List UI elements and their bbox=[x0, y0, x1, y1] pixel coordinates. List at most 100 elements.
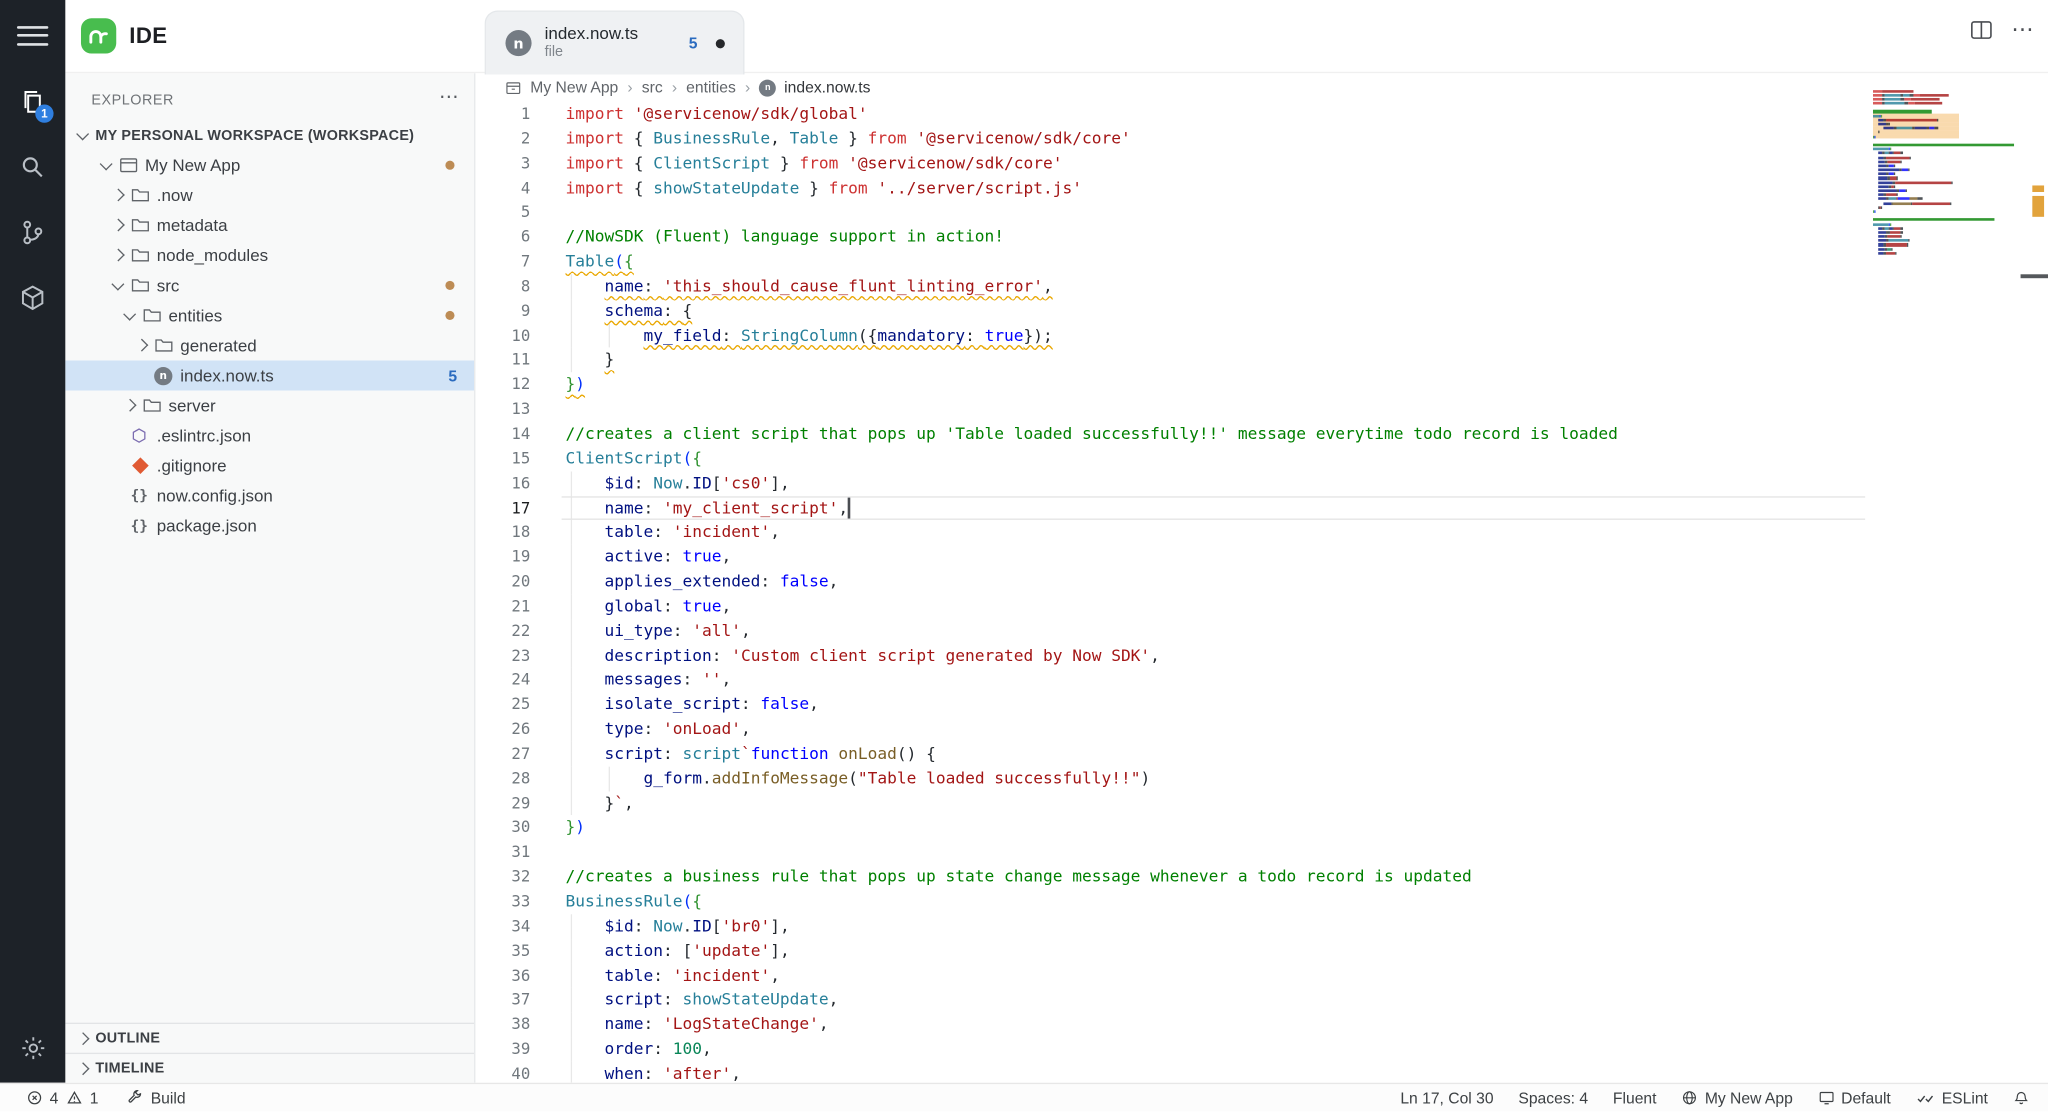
language-mode[interactable]: Fluent bbox=[1613, 1089, 1657, 1107]
more-actions-icon[interactable]: ⋯ bbox=[2011, 23, 2035, 44]
code-line-32[interactable]: 32//creates a business rule that pops up… bbox=[475, 865, 2048, 890]
code-line-12[interactable]: 12}) bbox=[475, 373, 2048, 398]
chevron-down-icon[interactable] bbox=[120, 305, 142, 326]
code-line-16[interactable]: 16 $id: Now.ID['cs0'], bbox=[475, 471, 2048, 496]
notifications[interactable] bbox=[2013, 1089, 2030, 1107]
code-line-17[interactable]: 17 name: 'my_client_script', bbox=[475, 496, 2048, 521]
code-line-23[interactable]: 23 description: 'Custom client script ge… bbox=[475, 643, 2048, 668]
code-line-10[interactable]: 10 my_field: StringColumn({mandatory: tr… bbox=[475, 323, 2048, 348]
explorer-more-icon[interactable]: ⋯ bbox=[439, 92, 459, 109]
breadcrumb-entities[interactable]: entities bbox=[686, 78, 736, 96]
indentation[interactable]: Spaces: 4 bbox=[1518, 1089, 1588, 1107]
code-line-18[interactable]: 18 table: 'incident', bbox=[475, 520, 2048, 545]
code-line-29[interactable]: 29 }`, bbox=[475, 791, 2048, 816]
code-line-34[interactable]: 34 $id: Now.ID['br0'], bbox=[475, 914, 2048, 939]
breadcrumb-file[interactable]: index.now.ts bbox=[784, 78, 870, 96]
code-line-33[interactable]: 33BusinessRule({ bbox=[475, 889, 2048, 914]
code-line-4[interactable]: 4import { showStateUpdate } from '../ser… bbox=[475, 176, 2048, 201]
line-number: 17 bbox=[475, 496, 565, 521]
code-line-31[interactable]: 31 bbox=[475, 840, 2048, 865]
code-line-11[interactable]: 11 } bbox=[475, 348, 2048, 373]
code-line-25[interactable]: 25 isolate_script: false, bbox=[475, 693, 2048, 718]
code-line-27[interactable]: 27 script: script`function onLoad() { bbox=[475, 742, 2048, 767]
code-line-39[interactable]: 39 order: 100, bbox=[475, 1037, 2048, 1062]
tree-item-src[interactable]: src bbox=[65, 270, 474, 300]
code-line-1[interactable]: 1import '@servicenow/sdk/global' bbox=[475, 102, 2048, 127]
code-line-40[interactable]: 40 when: 'after', bbox=[475, 1062, 2048, 1083]
chevron-right-icon[interactable] bbox=[120, 395, 142, 416]
tree-item-node_modules[interactable]: node_modules bbox=[65, 240, 474, 270]
line-number: 20 bbox=[475, 570, 565, 595]
tree-item-now.config.json[interactable]: {}now.config.json bbox=[65, 481, 474, 511]
tree-item-generated[interactable]: generated bbox=[65, 330, 474, 360]
code-line-37[interactable]: 37 script: showStateUpdate, bbox=[475, 988, 2048, 1013]
minimap[interactable] bbox=[1873, 89, 2028, 285]
code-line-13[interactable]: 13 bbox=[475, 397, 2048, 422]
chevron-right-icon[interactable] bbox=[108, 185, 130, 206]
breadcrumb-src[interactable]: src bbox=[642, 78, 663, 96]
eslint-status[interactable]: ESLint bbox=[1916, 1089, 1988, 1107]
breadcrumb: My New App › src › entities › n index.no… bbox=[475, 73, 2048, 102]
code-line-19[interactable]: 19 active: true, bbox=[475, 545, 2048, 570]
cursor-position[interactable]: Ln 17, Col 30 bbox=[1400, 1089, 1493, 1107]
line-number: 22 bbox=[475, 619, 565, 644]
tree-item-.now[interactable]: .now bbox=[65, 180, 474, 210]
workspace-row[interactable]: MY PERSONAL WORKSPACE (WORKSPACE) bbox=[65, 120, 474, 150]
modified-dot-icon bbox=[445, 281, 454, 290]
search-activity-icon[interactable] bbox=[0, 135, 65, 200]
code-line-22[interactable]: 22 ui_type: 'all', bbox=[475, 619, 2048, 644]
code-line-30[interactable]: 30}) bbox=[475, 816, 2048, 841]
chevron-right-icon[interactable] bbox=[108, 215, 130, 236]
code-line-21[interactable]: 21 global: true, bbox=[475, 594, 2048, 619]
chevron-right-icon[interactable] bbox=[108, 245, 130, 266]
outline-section[interactable]: OUTLINE bbox=[65, 1023, 474, 1053]
profile[interactable]: Default bbox=[1818, 1089, 1891, 1107]
problems-warnings[interactable]: 1 bbox=[65, 1089, 99, 1107]
code-line-15[interactable]: 15ClientScript({ bbox=[475, 446, 2048, 471]
code-text: active: true, bbox=[566, 545, 732, 570]
line-number: 37 bbox=[475, 988, 565, 1013]
tree-item-.eslintrc.json[interactable]: .eslintrc.json bbox=[65, 421, 474, 451]
code-line-14[interactable]: 14//creates a client script that pops up… bbox=[475, 422, 2048, 447]
code-line-26[interactable]: 26 type: 'onLoad', bbox=[475, 717, 2048, 742]
code-line-8[interactable]: 8 name: 'this_should_cause_flunt_linting… bbox=[475, 274, 2048, 299]
code-line-9[interactable]: 9 schema: { bbox=[475, 299, 2048, 324]
tree-item-label: entities bbox=[168, 306, 222, 326]
problems-errors[interactable]: 4 bbox=[26, 1089, 58, 1107]
breadcrumb-app[interactable]: My New App bbox=[530, 78, 618, 96]
code-line-24[interactable]: 24 messages: '', bbox=[475, 668, 2048, 693]
code-line-5[interactable]: 5 bbox=[475, 200, 2048, 225]
explorer-activity-icon[interactable]: 1 bbox=[0, 69, 65, 134]
tree-item-entities[interactable]: entities bbox=[65, 300, 474, 330]
code-line-20[interactable]: 20 applies_extended: false, bbox=[475, 570, 2048, 595]
code-line-7[interactable]: 7Table({ bbox=[475, 250, 2048, 275]
menu-icon[interactable] bbox=[17, 26, 48, 47]
tree-item-index.now.ts[interactable]: nindex.now.ts5 bbox=[65, 360, 474, 390]
package-activity-icon[interactable] bbox=[0, 265, 65, 330]
tree-item-server[interactable]: server bbox=[65, 391, 474, 421]
code-line-28[interactable]: 28 g_form.addInfoMessage("Table loaded s… bbox=[475, 766, 2048, 791]
now-file-icon: n bbox=[759, 79, 776, 96]
chevron-down-icon[interactable] bbox=[97, 155, 119, 176]
code-line-35[interactable]: 35 action: ['update'], bbox=[475, 939, 2048, 964]
split-editor-icon[interactable] bbox=[1970, 20, 1994, 47]
tree-item-metadata[interactable]: metadata bbox=[65, 210, 474, 240]
code-lines[interactable]: 1import '@servicenow/sdk/global'2import … bbox=[475, 102, 2048, 1083]
tree-item-My New App[interactable]: My New App bbox=[65, 150, 474, 180]
source-control-activity-icon[interactable] bbox=[0, 200, 65, 265]
tab-index-now-ts[interactable]: n index.now.ts file 5 bbox=[485, 10, 745, 74]
tree-item-.gitignore[interactable]: .gitignore bbox=[65, 451, 474, 481]
code-line-2[interactable]: 2import { BusinessRule, Table } from '@s… bbox=[475, 126, 2048, 151]
chevron-right-icon[interactable] bbox=[132, 335, 154, 356]
timeline-section[interactable]: TIMELINE bbox=[65, 1053, 474, 1083]
build-button[interactable]: Build bbox=[127, 1089, 185, 1107]
code-line-36[interactable]: 36 table: 'incident', bbox=[475, 963, 2048, 988]
code-line-38[interactable]: 38 name: 'LogStateChange', bbox=[475, 1013, 2048, 1038]
overview-ruler[interactable] bbox=[2028, 73, 2048, 1083]
settings-gear-icon[interactable] bbox=[0, 1029, 65, 1066]
code-line-6[interactable]: 6//NowSDK (Fluent) language support in a… bbox=[475, 225, 2048, 250]
tree-item-package.json[interactable]: {}package.json bbox=[65, 511, 474, 541]
code-line-3[interactable]: 3import { ClientScript } from '@servicen… bbox=[475, 151, 2048, 176]
app-scope[interactable]: My New App bbox=[1681, 1089, 1792, 1107]
chevron-down-icon[interactable] bbox=[108, 275, 130, 296]
